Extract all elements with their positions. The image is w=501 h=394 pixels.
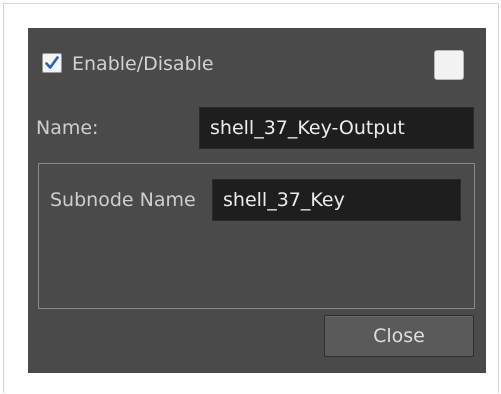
enable-disable-checkbox[interactable] [42, 53, 62, 73]
subnode-name-field[interactable]: shell_37_Key [212, 179, 461, 221]
enable-disable-label[interactable]: Enable/Disable [72, 52, 214, 76]
name-field[interactable]: shell_37_Key-Output [199, 107, 474, 149]
subnode-group: Subnode Name shell_37_Key [38, 163, 475, 309]
color-swatch-button[interactable] [434, 50, 464, 80]
layer-properties-dialog: Enable/Disable Name: shell_37_Key-Output… [28, 28, 486, 373]
checkmark-icon [45, 56, 59, 69]
subnode-name-label: Subnode Name [50, 189, 196, 211]
name-label: Name: [36, 117, 99, 139]
close-button[interactable]: Close [324, 315, 474, 357]
